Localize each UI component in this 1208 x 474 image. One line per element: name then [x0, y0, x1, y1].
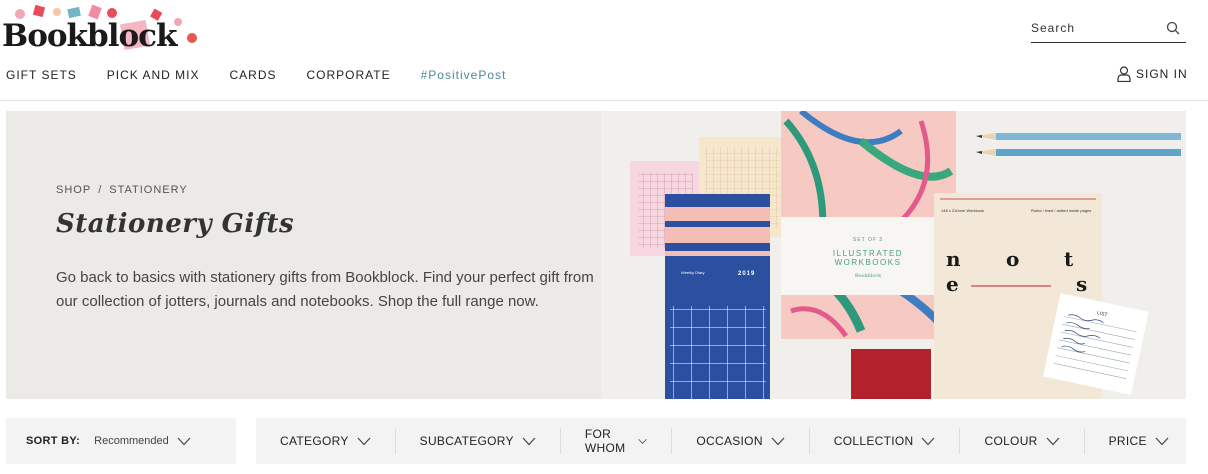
filter-label: COLLECTION — [833, 434, 914, 448]
breadcrumb-shop[interactable]: SHOP — [56, 184, 91, 196]
filter-occasion[interactable]: OCCASION — [672, 428, 810, 454]
nav-positive-post[interactable]: #PositivePost — [421, 68, 507, 86]
breadcrumb-stationery[interactable]: STATIONERY — [109, 184, 187, 196]
category-hero: SHOP / STATIONERY Stationery Gifts Go back… — [6, 111, 1186, 399]
chevron-down-icon — [522, 437, 536, 445]
filter-label: OCCASION — [696, 434, 763, 448]
breadcrumb-separator: / — [98, 184, 103, 196]
notes-letter-e: e — [946, 272, 959, 296]
chevron-down-icon — [771, 437, 785, 445]
filter-for-whom[interactable]: FOR WHOM — [561, 427, 673, 455]
filter-collection[interactable]: COLLECTION — [810, 428, 961, 454]
bookblock-logo[interactable]: Bookblock — [2, 4, 202, 56]
diary-year: 2019 — [738, 271, 755, 277]
filter-colour[interactable]: COLOUR — [960, 428, 1085, 454]
search-box — [1031, 17, 1186, 43]
filter-subcategory[interactable]: SUBCATEGORY — [396, 428, 561, 454]
chevron-down-icon — [1046, 437, 1060, 445]
sign-in-link[interactable]: SIGN IN — [1117, 66, 1188, 82]
notes-ruling: Ruled / lined / dotted inside pages — [1031, 208, 1091, 213]
notes-letter-t: t — [1064, 247, 1074, 271]
notes-letter-o: o — [1006, 247, 1019, 271]
breadcrumb: SHOP / STATIONERY — [56, 184, 188, 196]
sort-bar: SORT BY: Recommended — [6, 418, 236, 464]
nav-pick-and-mix[interactable]: PICK AND MIX — [107, 68, 200, 86]
set-label: SET OF 3 — [853, 237, 883, 243]
set-title-1: ILLUSTRATED — [833, 249, 903, 258]
filter-label: SUBCATEGORY — [419, 434, 514, 448]
filter-price[interactable]: PRICE — [1085, 428, 1193, 454]
stationery-hero-image: Weekly Diary 2019 SET OF 3 ILLUSTRATED W… — [601, 111, 1186, 399]
chevron-down-icon — [357, 437, 371, 445]
sign-in-label: SIGN IN — [1136, 67, 1188, 81]
red-notebook-image — [851, 349, 931, 399]
notes-letter-s: s — [1076, 272, 1087, 296]
set-title-2: WORKBOOKS — [835, 258, 902, 267]
nav-gift-sets[interactable]: GIFT SETS — [6, 68, 77, 86]
illustrated-workbooks-image: SET OF 3 ILLUSTRATED WORKBOOKS Bookblock — [781, 111, 956, 339]
sort-label: SORT BY: — [26, 435, 81, 447]
search-icon[interactable] — [1166, 21, 1180, 35]
filter-label: FOR WHOM — [584, 427, 626, 455]
weekly-diary-image: Weekly Diary 2019 — [665, 194, 770, 399]
set-brand: Bookblock — [855, 273, 882, 279]
notes-size: 148 x 210mm Workbook — [941, 208, 984, 213]
notes-letter-n: n — [946, 247, 961, 271]
filter-label: CATEGORY — [280, 434, 349, 448]
filter-category[interactable]: CATEGORY — [256, 428, 396, 454]
chevron-down-icon — [922, 437, 935, 445]
filter-bar: CATEGORY SUBCATEGORY FOR WHOM OCCASION C… — [256, 418, 1186, 464]
page-title: Stationery Gifts — [56, 209, 295, 239]
chevron-down-icon[interactable] — [177, 437, 191, 446]
chevron-down-icon — [1155, 437, 1169, 445]
logo-text: Bookblock — [2, 18, 178, 54]
nav-corporate[interactable]: CORPORATE — [307, 68, 391, 86]
search-input[interactable] — [1031, 17, 1161, 39]
filter-label: COLOUR — [984, 434, 1038, 448]
page-description: Go back to basics with stationery gifts … — [56, 269, 594, 310]
sort-select[interactable]: Recommended — [94, 435, 169, 447]
site-header: Bookblock GIFT SETS PICK AND MIX CARDS C… — [0, 0, 1208, 101]
nav-cards[interactable]: CARDS — [229, 68, 276, 86]
user-icon — [1117, 66, 1131, 82]
diary-label: Weekly Diary — [681, 270, 705, 275]
main-nav: GIFT SETS PICK AND MIX CARDS CORPORATE #… — [0, 68, 536, 86]
chevron-down-icon — [638, 438, 648, 444]
filter-label: PRICE — [1108, 434, 1147, 448]
